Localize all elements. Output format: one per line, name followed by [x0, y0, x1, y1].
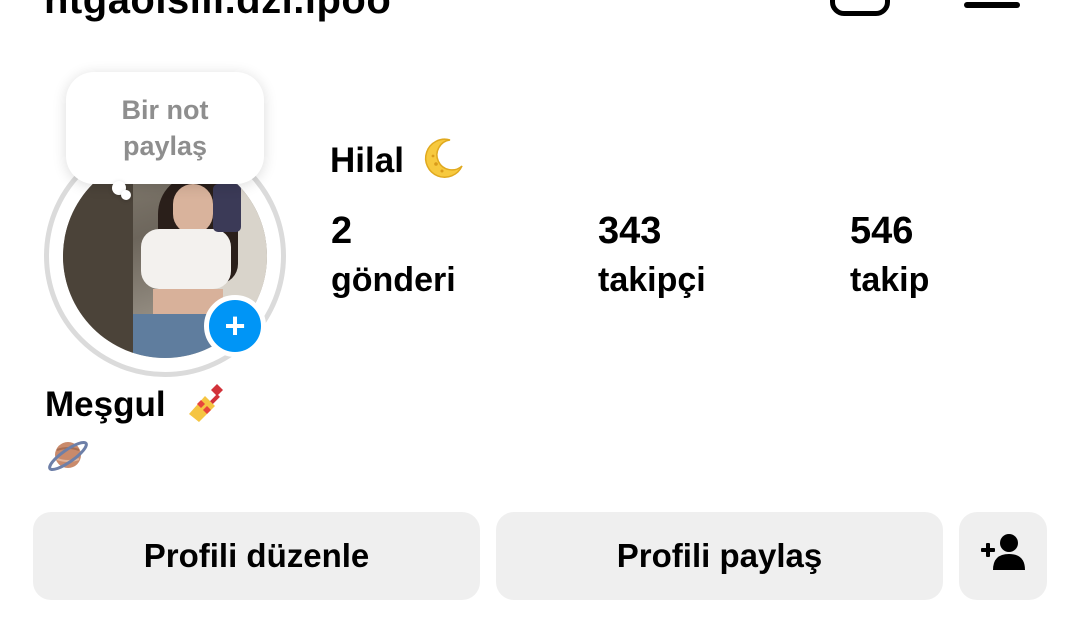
plus-icon: +: [224, 305, 246, 346]
stat-posts[interactable]: 2 gönderi: [331, 208, 456, 306]
profile-username[interactable]: htgaoisiii.dzi.ipoo: [44, 0, 391, 23]
discover-people-button[interactable]: [959, 512, 1047, 600]
note-bubble-tail-small: [121, 190, 131, 200]
bio-line-1: Meşgul: [45, 380, 227, 433]
nail-polish-icon: [183, 380, 227, 433]
stat-following[interactable]: 546 takip: [850, 208, 929, 306]
add-story-button[interactable]: +: [204, 295, 266, 357]
display-name-text: Hilal: [330, 140, 404, 180]
stat-following-count: 546: [850, 210, 914, 252]
stat-followers[interactable]: 343 takipçi: [598, 208, 706, 306]
menu-icon[interactable]: [964, 2, 1020, 8]
display-name: Hilal: [330, 136, 466, 189]
stat-posts-count: 2: [331, 210, 353, 252]
note-bubble[interactable]: Bir not paylaş: [66, 72, 264, 184]
new-post-icon[interactable]: [830, 0, 890, 16]
ringed-planet-icon: [45, 432, 91, 483]
stat-followers-count: 343: [598, 210, 662, 252]
stat-following-label: takip: [850, 261, 930, 299]
edit-profile-button[interactable]: Profili düzenle: [33, 512, 480, 600]
note-text-line1: Bir not: [121, 95, 209, 125]
add-person-icon: [979, 532, 1027, 580]
share-profile-button[interactable]: Profili paylaş: [496, 512, 943, 600]
bio-text: Meşgul: [45, 384, 166, 424]
profile-screen: htgaoisiii.dzi.ipoo + Bir not paylaş Hil…: [0, 0, 1080, 622]
note-text-line2: paylaş: [122, 131, 208, 161]
stat-posts-label: gönderi: [331, 261, 456, 299]
stat-followers-label: takipçi: [598, 261, 706, 299]
crescent-moon-icon: [422, 136, 466, 189]
